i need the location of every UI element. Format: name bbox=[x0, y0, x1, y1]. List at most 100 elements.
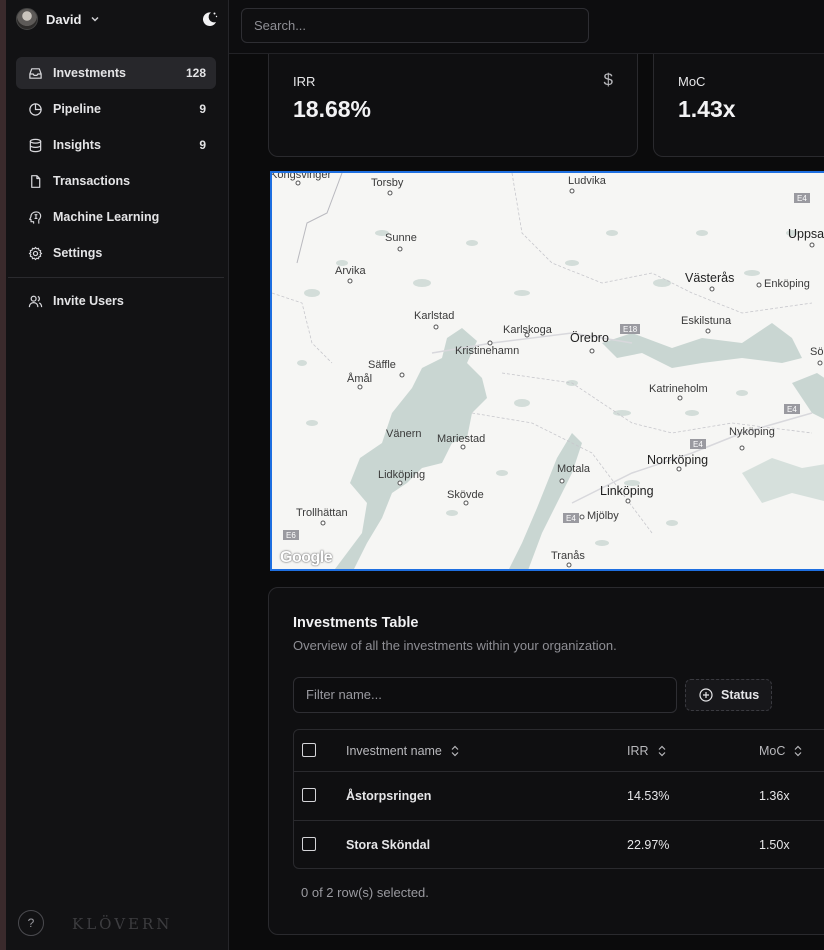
moc-cell: 1.36x bbox=[759, 788, 790, 803]
select-all-checkbox[interactable] bbox=[302, 743, 316, 757]
map-place-label: Lidköping bbox=[378, 469, 426, 481]
table-title: Investments Table bbox=[293, 615, 419, 631]
road-shield: E18 bbox=[623, 325, 638, 334]
map-place-label: Örebro bbox=[570, 331, 609, 345]
map-base: E4 E18 E4 E4 E4 E6 bbox=[272, 173, 824, 569]
map-place-label: Nyköping bbox=[729, 426, 775, 438]
table-subtitle: Overview of all the investments within y… bbox=[293, 638, 617, 653]
sidebar: David Investments 128 Pipeline 9 Insight… bbox=[6, 0, 229, 950]
map-place-label: Eskilstuna bbox=[681, 315, 732, 327]
map-place-label: Skövde bbox=[447, 489, 484, 501]
sidebar-item-settings[interactable]: Settings bbox=[16, 237, 216, 269]
map-place-label: Linköping bbox=[600, 484, 654, 498]
user-menu[interactable]: David bbox=[16, 8, 101, 30]
sidebar-item-label: Transactions bbox=[53, 174, 131, 188]
invite-users-button[interactable]: Invite Users bbox=[16, 285, 216, 317]
sort-icon bbox=[794, 745, 802, 756]
column-header-label: Investment name bbox=[346, 743, 442, 758]
google-logo: Google bbox=[280, 549, 333, 566]
map-place-label: Enköping bbox=[764, 278, 810, 290]
map-place-label: Vänern bbox=[386, 428, 422, 440]
moc-value: 1.43x bbox=[678, 96, 736, 122]
company-logo: KLÖVERN bbox=[72, 915, 173, 933]
column-header-moc[interactable]: MoC bbox=[759, 730, 803, 771]
irr-cell: 22.97% bbox=[627, 837, 670, 852]
gear-icon bbox=[28, 246, 43, 260]
brain-icon bbox=[29, 210, 42, 224]
plus-circle-icon bbox=[699, 688, 713, 702]
help-button[interactable]: ? bbox=[18, 910, 44, 936]
file-icon bbox=[31, 174, 41, 188]
map-place-label: Södertä bbox=[810, 346, 824, 358]
sidebar-item-label: Insights bbox=[53, 138, 101, 152]
table-row[interactable]: Stora Sköndal 22.97% 1.50x bbox=[294, 820, 824, 868]
map-place-label: Arvika bbox=[335, 265, 366, 277]
moon-icon[interactable] bbox=[200, 10, 218, 28]
sidebar-item-count: 9 bbox=[199, 138, 206, 152]
sidebar-item-transactions[interactable]: Transactions bbox=[16, 165, 216, 197]
sidebar-item-pipeline[interactable]: Pipeline 9 bbox=[16, 93, 216, 125]
sidebar-item-label: Settings bbox=[53, 246, 103, 260]
table-header-row: Investment name IRR MoC bbox=[294, 730, 824, 772]
sort-icon bbox=[658, 745, 665, 756]
road-shield: E4 bbox=[566, 514, 576, 523]
map-place-label: Karlstad bbox=[414, 310, 455, 322]
investment-name-cell: Åstorpsringen bbox=[346, 788, 432, 803]
table-row[interactable]: Åstorpsringen 14.53% 1.36x bbox=[294, 771, 824, 821]
irr-label: IRR bbox=[293, 74, 316, 89]
map-place-label: Mariestad bbox=[437, 433, 486, 445]
sidebar-item-count: 128 bbox=[185, 66, 206, 80]
map-place-label: Katrineholm bbox=[649, 383, 708, 395]
column-header-label: IRR bbox=[627, 743, 649, 758]
map-place-label: Tranås bbox=[551, 550, 585, 562]
row-checkbox[interactable] bbox=[302, 788, 316, 802]
irr-stat-card: IRR $ 18.68% bbox=[268, 54, 638, 157]
map-place-label: Säffle bbox=[368, 359, 396, 371]
column-header-irr[interactable]: IRR bbox=[627, 730, 667, 771]
sidebar-item-investments[interactable]: Investments 128 bbox=[16, 57, 216, 89]
inbox-icon bbox=[29, 67, 42, 79]
sidebar-item-count: 9 bbox=[199, 102, 206, 116]
sort-icon bbox=[451, 745, 459, 756]
investments-table: Investment name IRR MoC Åstorpsringen 14… bbox=[293, 729, 824, 869]
map-place-label: Karlskoga bbox=[503, 324, 552, 336]
sidebar-nav: Investments 128 Pipeline 9 Insights 9 Tr… bbox=[16, 57, 216, 273]
map-place-label: Mjölby bbox=[587, 510, 619, 522]
column-header-label: MoC bbox=[759, 743, 786, 758]
map-place-label: Kongsvinger bbox=[270, 171, 332, 181]
map-place-label: Sunne bbox=[385, 232, 417, 244]
investments-table-card: Investments Table Overview of all the in… bbox=[268, 587, 824, 935]
map-place-label: Kristinehamn bbox=[455, 345, 520, 357]
status-filter-label: Status bbox=[721, 688, 760, 702]
column-header-name[interactable]: Investment name bbox=[346, 730, 460, 771]
pie-chart-icon bbox=[29, 102, 42, 116]
map-place-label: Norrköping bbox=[647, 453, 709, 467]
moc-label: MoC bbox=[678, 74, 706, 89]
sidebar-invite: Invite Users bbox=[16, 285, 216, 321]
map-place-label: Torsby bbox=[371, 177, 404, 189]
user-name: David bbox=[46, 11, 82, 27]
filter-name-input[interactable]: Filter name... bbox=[293, 677, 677, 713]
map-place-label: Västerås bbox=[685, 271, 735, 285]
map-place-label: Uppsa bbox=[788, 227, 824, 241]
map-place-label: Trollhättan bbox=[296, 507, 348, 519]
database-icon bbox=[29, 138, 42, 152]
sidebar-item-insights[interactable]: Insights 9 bbox=[16, 129, 216, 161]
dollar-icon: $ bbox=[603, 70, 613, 89]
sidebar-item-label: Pipeline bbox=[53, 102, 101, 116]
status-filter-button[interactable]: Status bbox=[685, 679, 772, 711]
invite-users-label: Invite Users bbox=[53, 294, 124, 308]
search-input[interactable]: Search... bbox=[241, 8, 589, 43]
selection-status: 0 of 2 row(s) selected. bbox=[301, 885, 429, 900]
investments-map[interactable]: E4 E18 E4 E4 E4 E6 Kongsvinger Torsby Lu… bbox=[270, 171, 824, 571]
moc-cell: 1.50x bbox=[759, 837, 790, 852]
top-bar: Search... bbox=[229, 0, 824, 54]
sidebar-item-machine-learning[interactable]: Machine Learning bbox=[16, 201, 216, 233]
sidebar-divider bbox=[8, 277, 224, 278]
map-place-label: Ludvika bbox=[568, 175, 606, 187]
chevron-down-icon bbox=[91, 16, 99, 22]
map-place-label: Motala bbox=[557, 463, 591, 475]
sidebar-item-label: Machine Learning bbox=[53, 210, 160, 224]
row-checkbox[interactable] bbox=[302, 837, 316, 851]
road-shield: E4 bbox=[787, 405, 797, 414]
